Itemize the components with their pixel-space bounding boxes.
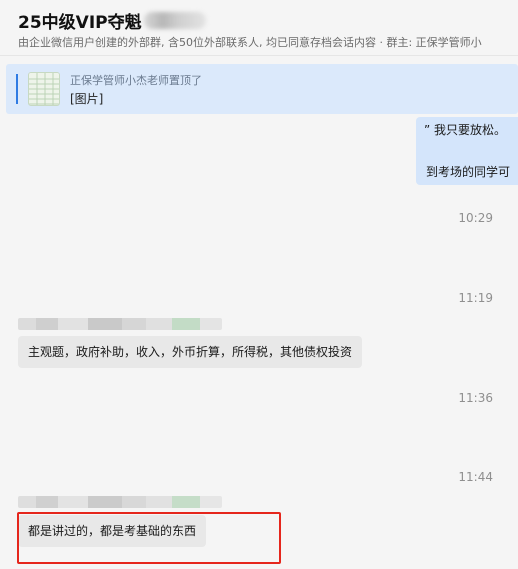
timestamp: 10:29 [458,211,493,225]
chat-header: 25中级VIP夺魁 由企业微信用户创建的外部群, 含50位外部联系人, 均已同意… [0,0,518,56]
title-row: 25中级VIP夺魁 [18,8,206,33]
incoming-message-bubble[interactable]: 主观题，政府补助，收入，外币折算，所得税，其他债权投资 [18,336,363,368]
highlight-annotation-box [17,512,281,564]
pinned-meta-text: 正保学管师小杰老师置顶了 [70,74,202,87]
outgoing-message-bubble[interactable]: ” 我只要放松。 到考场的同学可 [416,117,518,185]
blurred-sender-name [18,318,222,330]
pinned-image-thumbnail[interactable] [28,72,60,106]
pinned-message-banner[interactable]: 正保学管师小杰老师置顶了 [图片] [6,64,518,114]
timestamp: 11:36 [458,391,493,405]
timestamp: 11:44 [458,470,493,484]
pinned-accent-bar [16,74,18,104]
group-title[interactable]: 25中级VIP夺魁 [18,8,142,33]
group-subtitle: 由企业微信用户创建的外部群, 含50位外部联系人, 均已同意存档会话内容 · 群… [18,36,482,49]
blurred-title-suffix [143,12,206,29]
outgoing-message-line1: ” 我只要放松。 [424,123,507,137]
outgoing-message-line2: 到考场的同学可 [426,165,511,179]
blurred-sender-name [18,496,222,508]
pinned-content-text: [图片] [70,92,104,106]
timestamp: 11:19 [458,291,493,305]
